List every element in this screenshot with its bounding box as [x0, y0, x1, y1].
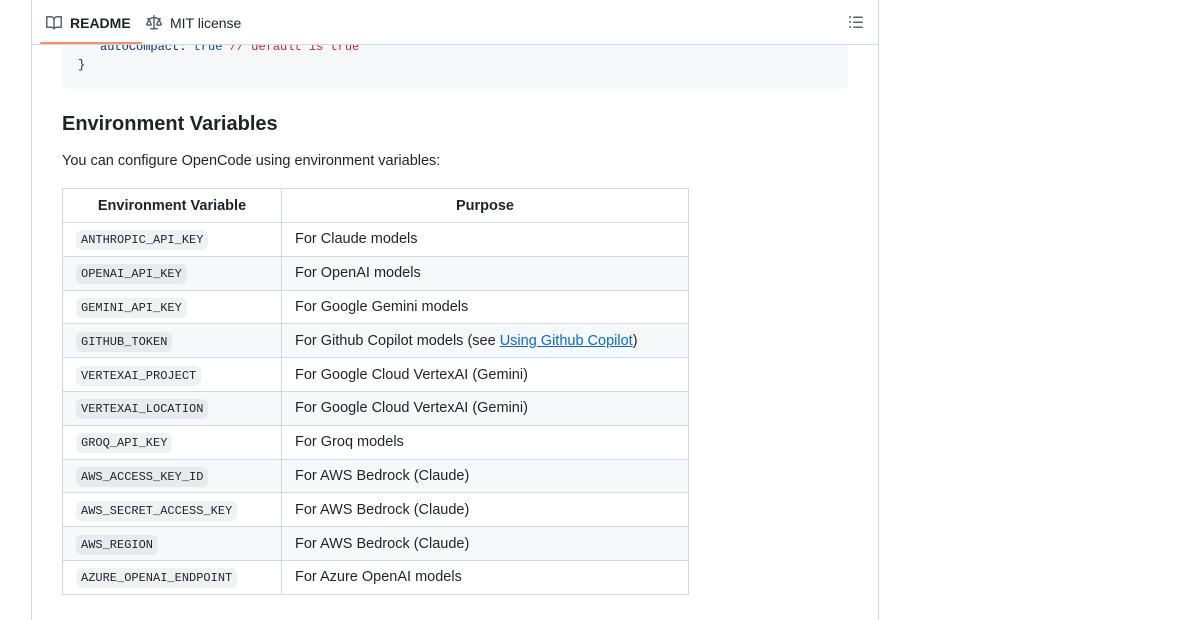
env-var-cell: AWS_REGION [62, 526, 282, 561]
env-var-name: OPENAI_API_KEY [76, 264, 187, 285]
section-intro: You can configure OpenCode using environ… [62, 153, 441, 169]
env-var-name: GEMINI_API_KEY [76, 297, 187, 318]
env-var-cell: GITHUB_TOKEN [62, 323, 282, 359]
table-row: AWS_SECRET_ACCESS_KEY For AWS Bedrock (C… [62, 492, 689, 528]
env-var-name: AWS_REGION [76, 534, 159, 555]
active-tab-indicator [40, 42, 142, 44]
table-row: ANTHROPIC_API_KEY For Claude models [62, 222, 689, 257]
purpose-cell: For Azure OpenAI models [281, 559, 689, 595]
table-row: VERTEXAI_LOCATION For Google Cloud Verte… [62, 390, 689, 426]
column-header-purpose: Purpose [281, 188, 689, 223]
env-var-name: AZURE_OPENAI_ENDPOINT [76, 568, 238, 589]
table-row: OPENAI_API_KEY For OpenAI models [62, 255, 689, 291]
env-var-cell: OPENAI_API_KEY [62, 255, 282, 291]
table-header-row: Environment Variable Purpose [62, 188, 689, 223]
tab-license[interactable]: MIT license [146, 14, 241, 32]
purpose-cell: For Github Copilot models (see Using Git… [281, 323, 689, 359]
env-var-name: VERTEXAI_LOCATION [76, 399, 209, 420]
purpose-cell: For Groq models [281, 424, 689, 460]
env-var-cell: ANTHROPIC_API_KEY [62, 222, 282, 257]
purpose-cell: For AWS Bedrock (Claude) [281, 526, 689, 561]
table-row: GROQ_API_KEY For Groq models [62, 424, 689, 460]
outline-toggle-button[interactable] [848, 14, 864, 30]
env-variables-table: Environment Variable Purpose ANTHROPIC_A… [62, 188, 689, 595]
table-row: VERTEXAI_PROJECT For Google Cloud Vertex… [62, 357, 689, 392]
env-var-cell: AWS_SECRET_ACCESS_KEY [62, 492, 282, 528]
list-unordered-icon [848, 16, 864, 34]
purpose-cell: For AWS Bedrock (Claude) [281, 458, 689, 494]
purpose-cell: For Google Gemini models [281, 289, 689, 325]
env-var-cell: GROQ_API_KEY [62, 424, 282, 460]
table-row: AWS_ACCESS_KEY_ID For AWS Bedrock (Claud… [62, 458, 689, 494]
env-var-name: AWS_SECRET_ACCESS_KEY [76, 500, 238, 521]
tab-readme-label: README [70, 15, 131, 31]
env-var-cell: AWS_ACCESS_KEY_ID [62, 458, 282, 494]
table-row: AWS_REGION For AWS Bedrock (Claude) [62, 526, 689, 561]
purpose-cell: For Google Cloud VertexAI (Gemini) [281, 390, 689, 426]
purpose-text: For Github Copilot models (see [295, 332, 500, 349]
column-header-variable: Environment Variable [62, 188, 282, 223]
purpose-cell: For AWS Bedrock (Claude) [281, 492, 689, 528]
readme-container: README MIT license autoCompact: true // … [31, 0, 879, 620]
book-icon [46, 15, 63, 31]
purpose-cell: For OpenAI models [281, 255, 689, 291]
env-var-name: GROQ_API_KEY [76, 433, 173, 454]
tab-readme[interactable]: README [46, 14, 131, 32]
purpose-text-suffix: ) [632, 332, 638, 349]
using-github-copilot-link[interactable]: Using Github Copilot [500, 333, 633, 349]
env-var-cell: GEMINI_API_KEY [62, 289, 282, 325]
env-var-name: GITHUB_TOKEN [76, 331, 173, 352]
code-line-closing-brace: } [78, 58, 86, 72]
env-var-name: ANTHROPIC_API_KEY [76, 230, 209, 251]
env-var-name: VERTEXAI_PROJECT [76, 365, 202, 386]
readme-tabbar: README MIT license [32, 0, 878, 45]
law-scale-icon [146, 15, 162, 31]
section-heading: Environment Variables [62, 113, 278, 135]
env-var-cell: VERTEXAI_LOCATION [62, 390, 282, 426]
tab-license-label: MIT license [170, 15, 242, 31]
env-var-cell: AZURE_OPENAI_ENDPOINT [62, 559, 282, 595]
table-row: AZURE_OPENAI_ENDPOINT For Azure OpenAI m… [62, 559, 689, 595]
table-row: GITHUB_TOKEN For Github Copilot models (… [62, 323, 689, 359]
table-row: GEMINI_API_KEY For Google Gemini models [62, 289, 689, 325]
purpose-cell: For Google Cloud VertexAI (Gemini) [281, 357, 689, 392]
env-var-name: AWS_ACCESS_KEY_ID [76, 466, 209, 487]
env-var-cell: VERTEXAI_PROJECT [62, 357, 282, 392]
purpose-cell: For Claude models [281, 222, 689, 257]
